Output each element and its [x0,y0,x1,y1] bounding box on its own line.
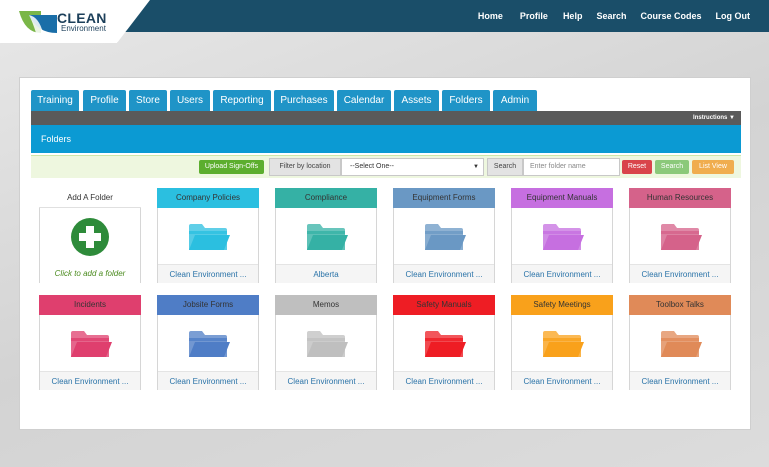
folder-body [630,315,730,371]
folder-owner[interactable]: Clean Environment ... [158,371,258,390]
folder-title: Compliance [275,188,377,208]
folder-icon [71,331,112,357]
add-folder-title: Add A Folder [39,188,141,208]
tab-admin[interactable]: Admin [493,90,537,111]
folder-title: Incidents [39,295,141,315]
nav-help[interactable]: Help [563,0,583,32]
folder-owner[interactable]: Clean Environment ... [512,371,612,390]
tab-training[interactable]: Training [31,90,79,111]
folder-body [158,208,258,264]
tab-profile[interactable]: Profile [83,90,126,111]
folder-card-equipment-manuals[interactable]: Equipment Manuals Clean Environment ... [511,188,613,283]
folder-title: Human Resources [629,188,731,208]
search-label: Search [487,158,523,176]
folder-body [630,208,730,264]
folder-owner[interactable]: Clean Environment ... [158,264,258,283]
plus-circle-icon [71,218,109,256]
folder-icon [189,224,230,250]
tab-calendar[interactable]: Calendar [337,90,391,111]
list-view-button[interactable]: List View [692,160,734,174]
instructions-label: Instructions [693,115,728,121]
folder-card-toolbox-talks[interactable]: Toolbox Talks Clean Environment ... [629,295,731,390]
brand-subtitle: Environment [61,24,106,33]
folder-search-input[interactable]: Enter folder name [523,158,620,176]
folder-card-safety-meetings[interactable]: Safety Meetings Clean Environment ... [511,295,613,390]
folder-icon [661,224,702,250]
folder-owner[interactable]: Alberta [276,264,376,283]
folder-icon [425,224,466,250]
folder-body [394,208,494,264]
folder-card-compliance[interactable]: Compliance Alberta [275,188,377,283]
folder-body [512,315,612,371]
folder-icon [307,224,348,250]
location-select-value: --Select One-- [350,163,394,170]
reset-button[interactable]: Reset [622,160,652,174]
folder-title: Company Policies [157,188,259,208]
section-title: Folders [41,134,72,144]
caret-down-icon: ▼ [473,164,479,170]
tab-folders[interactable]: Folders [442,90,490,111]
folder-card-jobsite-forms[interactable]: Jobsite Forms Clean Environment ... [157,295,259,390]
nav-log-out[interactable]: Log Out [716,0,751,32]
top-nav: Home Profile Help Search Course Codes Lo… [478,0,769,32]
folder-icon [425,331,466,357]
nav-profile[interactable]: Profile [520,0,548,32]
folder-owner[interactable]: Clean Environment ... [394,371,494,390]
add-folder-body [40,208,140,264]
filter-by-location-label: Filter by location [269,158,341,176]
folder-body [158,315,258,371]
folder-card-safety-manuals[interactable]: Safety Manuals Clean Environment ... [393,295,495,390]
add-folder-card[interactable]: Add A Folder Click to add a folder [39,188,141,283]
folder-icon [543,224,584,250]
folder-card-memos[interactable]: Memos Clean Environment ... [275,295,377,390]
folder-body [276,208,376,264]
tab-purchases[interactable]: Purchases [274,90,334,111]
tab-assets[interactable]: Assets [394,90,439,111]
section-header: Folders [31,125,741,153]
filter-bar: Upload Sign-Offs Filter by location --Se… [31,155,741,178]
folder-title: Jobsite Forms [157,295,259,315]
main-panel: Training Profile Store Users Reporting P… [19,77,751,430]
search-button[interactable]: Search [655,160,689,174]
folder-owner[interactable]: Clean Environment ... [630,264,730,283]
upload-sign-offs-button[interactable]: Upload Sign-Offs [199,160,264,174]
folder-title: Safety Manuals [393,295,495,315]
folder-icon [661,331,702,357]
clean-environment-logo-icon [19,11,57,33]
folder-owner[interactable]: Clean Environment ... [40,371,140,390]
folder-icon [189,331,230,357]
folder-owner[interactable]: Clean Environment ... [512,264,612,283]
folder-owner[interactable]: Clean Environment ... [394,264,494,283]
folder-title: Memos [275,295,377,315]
folder-title: Equipment Forms [393,188,495,208]
folder-card-equipment-forms[interactable]: Equipment Forms Clean Environment ... [393,188,495,283]
folder-card-incidents[interactable]: Incidents Clean Environment ... [39,295,141,390]
instructions-toggle[interactable]: Instructions ▼ [693,111,735,125]
nav-home[interactable]: Home [478,0,503,32]
folder-card-human-resources[interactable]: Human Resources Clean Environment ... [629,188,731,283]
folder-title: Toolbox Talks [629,295,731,315]
nav-search[interactable]: Search [596,0,626,32]
folder-card-company-policies[interactable]: Company Policies Clean Environment ... [157,188,259,283]
folder-title: Safety Meetings [511,295,613,315]
folder-title: Equipment Manuals [511,188,613,208]
folder-owner[interactable]: Clean Environment ... [630,371,730,390]
tab-store[interactable]: Store [129,90,167,111]
folder-body [394,315,494,371]
chevron-down-icon: ▼ [729,115,735,121]
folder-icon [543,331,584,357]
add-folder-hint: Click to add a folder [40,264,140,283]
nav-course-codes[interactable]: Course Codes [640,0,701,32]
folder-body [40,315,140,371]
folder-icon [307,331,348,357]
instructions-bar: Instructions ▼ [31,111,741,125]
tab-reporting[interactable]: Reporting [213,90,271,111]
folder-owner[interactable]: Clean Environment ... [276,371,376,390]
location-select[interactable]: --Select One-- ▼ [341,158,484,176]
folder-body [512,208,612,264]
tab-users[interactable]: Users [170,90,210,111]
folder-body [276,315,376,371]
